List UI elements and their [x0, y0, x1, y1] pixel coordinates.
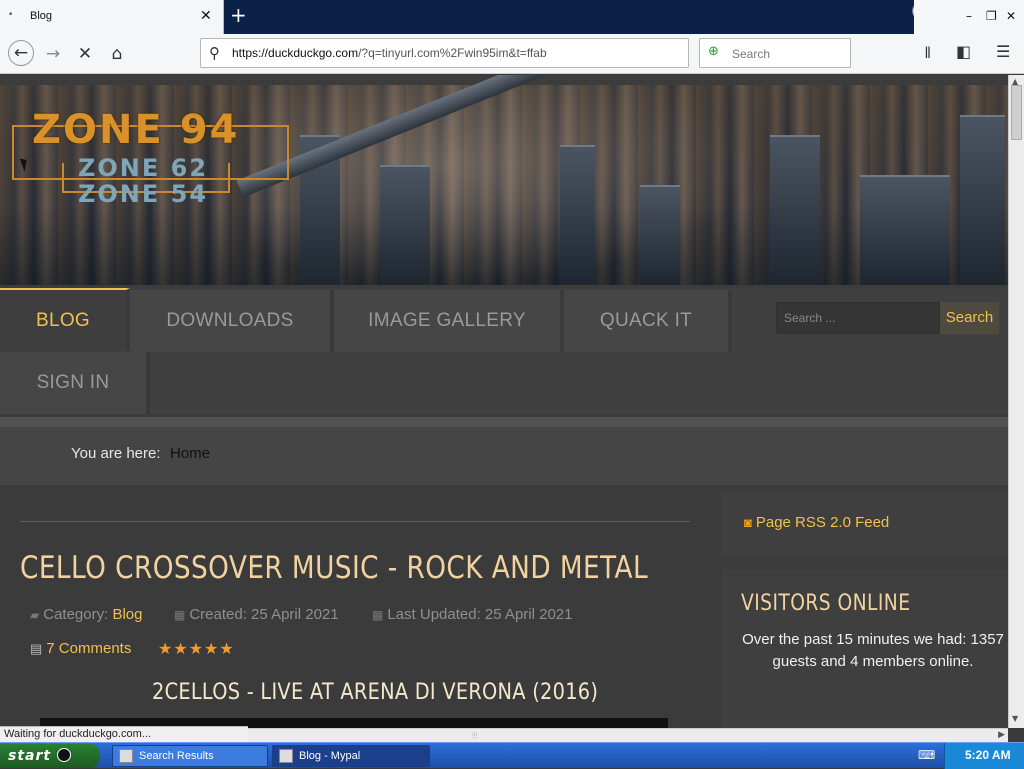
folder-icon: ▰ — [30, 608, 40, 622]
start-label: start — [8, 748, 52, 764]
calendar-icon: ▦ — [174, 608, 186, 622]
search-icon: ⚲ — [209, 44, 220, 62]
url-text: https://duckduckgo.com/?q=tinyurl.com%2F… — [232, 46, 547, 60]
updated-date: Last Updated: 25 April 2021 — [387, 606, 573, 623]
start-button[interactable]: start — [0, 744, 100, 768]
minimize-button[interactable]: – — [966, 9, 972, 23]
window-controls: – ❐ ✕ — [914, 0, 1024, 34]
banner-building — [560, 145, 595, 285]
scrollbar-thumb[interactable] — [1011, 85, 1022, 140]
rss-module: ◙ Page RSS 2.0 Feed — [722, 492, 1008, 555]
page-viewport: ZONE 94 ZONE 62 ZONE 54 BLOG DOWNLOADS I… — [0, 75, 1008, 728]
task-label: Blog - Mypal — [299, 750, 361, 762]
site-logo-sub: ZONE 62 — [78, 154, 209, 182]
article-created: ▦ Created: 25 April 2021 — [174, 606, 339, 623]
clock[interactable]: 5:20 AM — [965, 748, 1011, 762]
site-search-button[interactable]: Search — [940, 302, 999, 334]
home-button[interactable]: ⌂ — [106, 43, 128, 65]
menu-item-downloads[interactable]: DOWNLOADS — [130, 290, 334, 352]
site-logo[interactable]: ZONE 94 — [32, 107, 239, 153]
status-bar: Waiting for duckduckgo.com... — [0, 726, 248, 742]
menu-item-image-gallery[interactable]: IMAGE GALLERY — [334, 290, 564, 352]
menu-item-sign-in[interactable]: SIGN IN — [0, 352, 150, 414]
address-bar[interactable]: ⚲ https://duckduckgo.com/?q=tinyurl.com%… — [200, 38, 689, 68]
rating-stars[interactable]: ★★★★★ — [158, 639, 235, 658]
breadcrumb-home-link[interactable]: Home — [170, 445, 210, 462]
tab-close-icon[interactable]: ✕ — [200, 8, 212, 24]
status-text: Waiting for duckduckgo.com... — [4, 728, 151, 740]
library-icon[interactable]: 𝍪 — [925, 42, 930, 69]
back-button[interactable]: ← — [8, 40, 34, 66]
banner-building — [640, 185, 680, 285]
document-icon — [119, 749, 133, 763]
browser-icon — [279, 749, 293, 763]
comments-count: 7 Comments — [46, 640, 132, 657]
category-label: Category: — [43, 606, 109, 623]
system-tray: 5:20 AM — [944, 743, 1024, 769]
horizontal-scrollbar[interactable]: ⦙⦙⦙ ▶ — [248, 728, 1008, 742]
scroll-down-icon[interactable]: ▼ — [1012, 714, 1018, 723]
visitors-module: VISITORS ONLINE Over the past 15 minutes… — [722, 569, 1008, 728]
new-tab-button[interactable]: + — [230, 3, 247, 27]
menu-item-blog[interactable]: BLOG — [0, 288, 130, 350]
restore-button[interactable]: ❐ — [986, 9, 997, 23]
rss-link[interactable]: ◙ Page RSS 2.0 Feed — [744, 514, 889, 531]
forward-button[interactable]: → — [42, 43, 64, 65]
banner-building — [380, 165, 430, 285]
menu-item-quack-it[interactable]: QUACK IT — [564, 290, 732, 352]
site-search-input[interactable]: Search ... — [776, 302, 940, 334]
comments-link[interactable]: ▤ 7 Comments — [30, 640, 131, 657]
calendar-icon: ▦ — [372, 608, 384, 622]
navigation-toolbar: ← → ✕ ⌂ ⚲ https://duckduckgo.com/?q=tiny… — [0, 34, 1024, 74]
stop-button[interactable]: ✕ — [74, 43, 96, 65]
site-banner[interactable]: ZONE 94 ZONE 62 ZONE 54 — [0, 75, 1008, 285]
breadcrumb-label: You are here: — [71, 445, 161, 462]
banner-building — [860, 175, 950, 285]
rss-label: Page RSS 2.0 Feed — [755, 514, 890, 531]
article-updated: ▦ Last Updated: 25 April 2021 — [372, 606, 572, 623]
window-close-button[interactable]: ✕ — [1006, 9, 1016, 23]
start-orb-icon — [57, 748, 72, 762]
article-subtitle: 2CELLOS - LIVE AT ARENA DI VERONA (2016) — [152, 680, 599, 705]
divider — [20, 521, 690, 522]
task-blog-mypal[interactable]: Blog - Mypal — [272, 745, 430, 767]
tab-blog[interactable]: • Blog ✕ — [0, 0, 224, 34]
article: CELLO CROSSOVER MUSIC - ROCK AND METAL ▰… — [0, 492, 709, 728]
scrollbar-grip[interactable]: ⦙⦙⦙ — [472, 731, 477, 741]
banner-building — [960, 115, 1005, 285]
article-category: ▰ Category: Blog — [30, 606, 142, 623]
article-title[interactable]: CELLO CROSSOVER MUSIC - ROCK AND METAL — [20, 550, 648, 586]
menu-icon[interactable]: ☰ — [996, 42, 1010, 61]
tab-strip: • Blog ✕ + ◎ – ❐ ✕ — [0, 0, 1024, 34]
keyboard-icon[interactable]: ⌨ — [918, 748, 935, 762]
scroll-right-icon[interactable]: ▶ — [998, 730, 1005, 740]
comment-icon: ▤ — [30, 641, 43, 656]
created-date: Created: 25 April 2021 — [189, 606, 339, 623]
task-label: Search Results — [139, 750, 214, 762]
visitors-title: VISITORS ONLINE — [741, 591, 911, 616]
vertical-scrollbar[interactable]: ▲ ▼ — [1008, 75, 1024, 728]
tab-title: Blog — [30, 10, 53, 22]
rss-icon: ◙ — [744, 515, 752, 530]
breadcrumb: You are here: Home — [0, 427, 1008, 485]
search-placeholder: Search — [732, 47, 771, 61]
tab-favicon-icon: • — [8, 10, 14, 20]
search-engine-icon: ⊕ — [708, 44, 719, 59]
divider — [0, 417, 1008, 427]
banner-building — [770, 135, 820, 285]
category-link[interactable]: Blog — [112, 606, 142, 623]
site-logo-sub: ZONE 54 — [78, 180, 209, 208]
taskbar: start Search Results Blog - Mypal ⌨ 5:20… — [0, 742, 1024, 769]
browser-search-input[interactable]: ⊕ Search — [699, 38, 851, 68]
site-menu: BLOG DOWNLOADS IMAGE GALLERY QUACK IT SI… — [0, 288, 1008, 414]
visitors-text: Over the past 15 minutes we had: 1357 gu… — [742, 631, 1004, 670]
task-search-results[interactable]: Search Results — [112, 745, 268, 767]
sidebar-icon[interactable]: ◧ — [956, 42, 971, 61]
